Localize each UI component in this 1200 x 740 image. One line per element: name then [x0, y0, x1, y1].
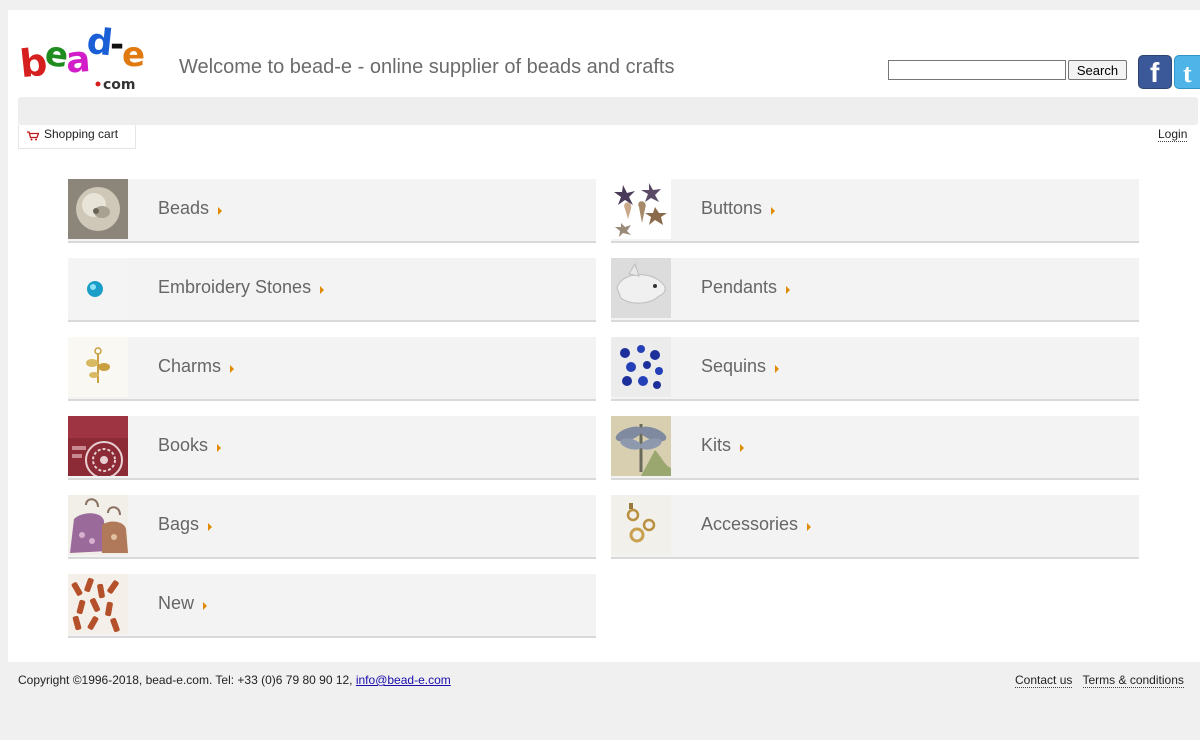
category-label: Charms — [158, 356, 222, 376]
search-input[interactable] — [888, 60, 1066, 80]
category-beads[interactable]: Beads — [68, 179, 596, 243]
category-label: Sequins — [701, 356, 767, 376]
pendants-thumbnail — [611, 258, 671, 318]
nav-bar — [18, 97, 1198, 125]
shopping-cart-link[interactable]: Shopping cart — [18, 125, 136, 149]
kits-thumbnail — [611, 416, 671, 476]
category-label: Buttons — [701, 198, 763, 218]
login-link[interactable]: Login — [1158, 127, 1188, 142]
footer-copyright: Copyright ©1996-2018, bead-e.com. Tel: +… — [18, 673, 451, 687]
category-label: Pendants — [701, 277, 778, 297]
arrow-right-icon — [771, 207, 776, 215]
books-thumbnail — [68, 416, 128, 476]
arrow-right-icon — [217, 444, 222, 452]
arrow-right-icon — [218, 207, 223, 215]
sequins-thumbnail — [611, 337, 671, 397]
search-button[interactable]: Search — [1068, 60, 1127, 80]
embroidery-stones-thumbnail — [68, 258, 128, 318]
category-label: Accessories — [701, 514, 799, 534]
category-bags[interactable]: Bags — [68, 495, 596, 559]
category-label: Beads — [158, 198, 210, 218]
category-new[interactable]: New — [68, 574, 596, 638]
accessories-thumbnail — [611, 495, 671, 555]
arrow-right-icon — [230, 365, 235, 373]
arrow-right-icon — [775, 365, 780, 373]
bags-thumbnail — [68, 495, 128, 555]
facebook-icon[interactable]: f — [1138, 55, 1172, 89]
category-label: New — [158, 593, 195, 613]
arrow-right-icon — [208, 523, 213, 531]
footer-links: Contact us Terms & conditions — [1015, 673, 1191, 688]
category-pendants[interactable]: Pendants — [611, 258, 1139, 322]
welcome-heading: Welcome to bead-e - online supplier of b… — [179, 56, 675, 78]
svg-text:e: e — [122, 35, 145, 75]
arrow-right-icon — [740, 444, 745, 452]
cart-icon — [27, 131, 39, 141]
charms-thumbnail — [68, 337, 128, 397]
twitter-icon[interactable]: t — [1174, 55, 1200, 89]
buttons-thumbnail — [611, 179, 671, 239]
contact-us-link[interactable]: Contact us — [1015, 673, 1073, 688]
arrow-right-icon — [807, 523, 812, 531]
terms-conditions-link[interactable]: Terms & conditions — [1082, 673, 1184, 688]
category-charms[interactable]: Charms — [68, 337, 596, 401]
category-kits[interactable]: Kits — [611, 416, 1139, 480]
beads-thumbnail — [68, 179, 128, 239]
svg-text:com: com — [103, 77, 136, 93]
category-label: Books — [158, 435, 209, 455]
category-label: Bags — [158, 514, 200, 534]
category-books[interactable]: Books — [68, 416, 596, 480]
category-label: Embroidery Stones — [158, 277, 312, 297]
category-accessories[interactable]: Accessories — [611, 495, 1139, 559]
new-thumbnail — [68, 574, 128, 634]
category-label: Kits — [701, 435, 732, 455]
category-sequins[interactable]: Sequins — [611, 337, 1139, 401]
arrow-right-icon — [786, 286, 791, 294]
category-buttons[interactable]: Buttons — [611, 179, 1139, 243]
email-link[interactable]: info@bead-e.com — [356, 673, 451, 687]
page-container: b e a d - e com Welcome to bead-e - onli… — [8, 10, 1200, 662]
site-logo[interactable]: b e a d - e com — [18, 16, 148, 96]
copyright-text: Copyright ©1996-2018, bead-e.com. Tel: +… — [18, 673, 356, 687]
arrow-right-icon — [203, 602, 208, 610]
arrow-right-icon — [320, 286, 325, 294]
category-embroidery-stones[interactable]: Embroidery Stones — [68, 258, 596, 322]
cart-label: Shopping cart — [44, 127, 119, 141]
